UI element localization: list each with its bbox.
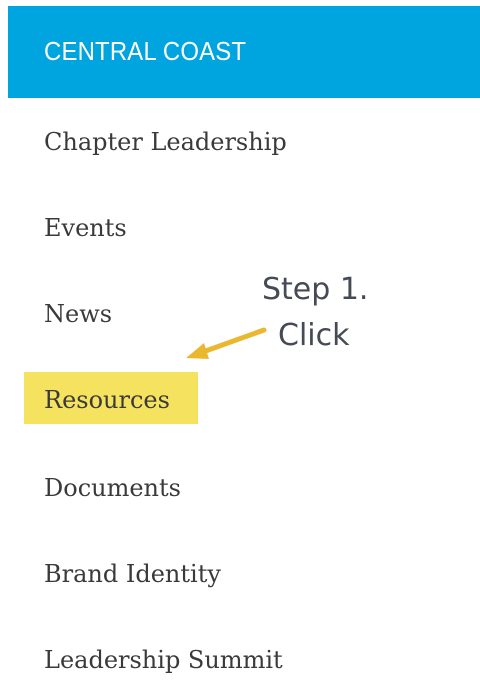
nav-item-chapter-leadership[interactable]: Chapter Leadership [44, 127, 287, 157]
sidebar-nav: Chapter Leadership Events News Resources… [0, 0, 480, 680]
nav-item-resources[interactable]: Resources [44, 385, 170, 415]
nav-item-events[interactable]: Events [44, 213, 127, 243]
nav-item-documents[interactable]: Documents [44, 473, 181, 503]
nav-item-leadership-summit[interactable]: Leadership Summit [44, 645, 283, 675]
nav-item-brand-identity[interactable]: Brand Identity [44, 559, 221, 589]
nav-item-news[interactable]: News [44, 299, 112, 329]
